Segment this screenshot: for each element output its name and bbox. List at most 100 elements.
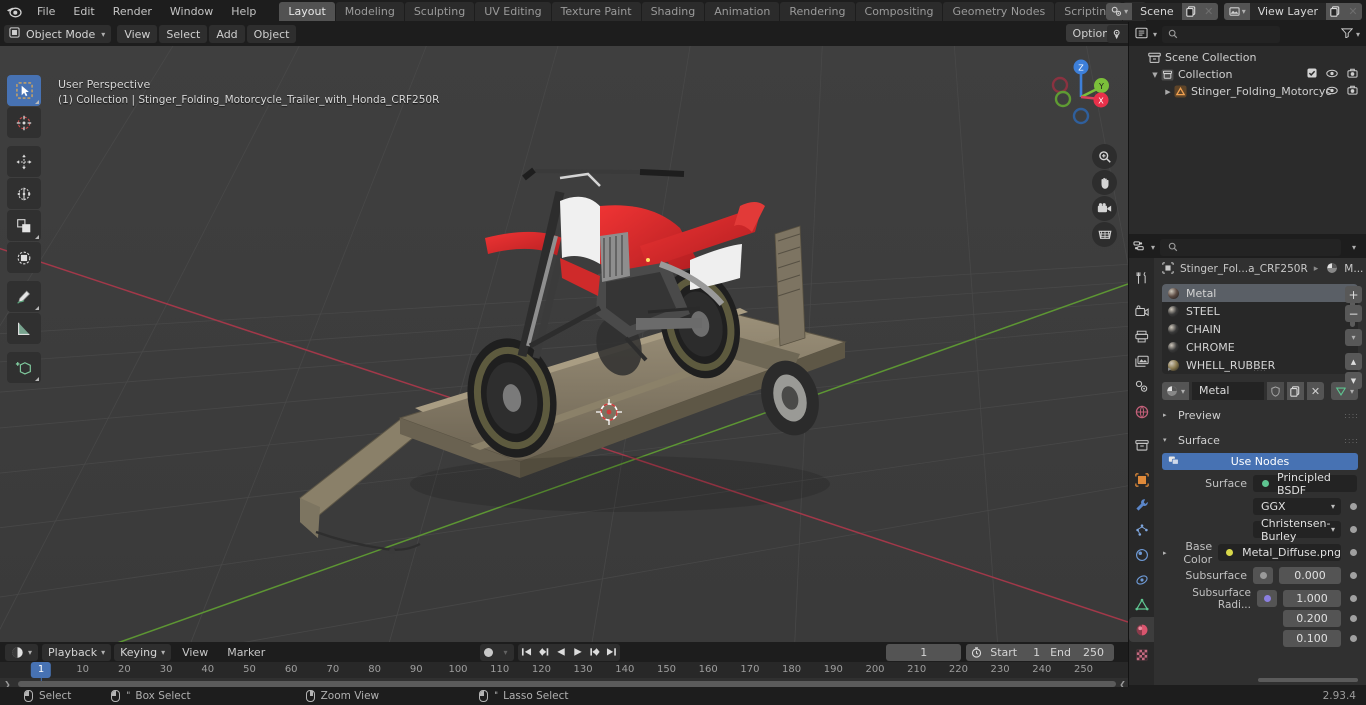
camera-icon[interactable]: [1347, 85, 1358, 98]
material-slot-list[interactable]: Metal STEEL CHAIN CHROME WHELL_RUBBER ▸ ::::: [1162, 284, 1358, 374]
breadcrumb-object-name[interactable]: Stinger_Fol...a_CRF250R: [1180, 263, 1308, 275]
current-frame-input[interactable]: 1: [886, 643, 962, 661]
workspace-tab-uv-editing[interactable]: UV Editing: [475, 1, 551, 21]
navigation-gizmo[interactable]: Z Y X: [1043, 53, 1117, 127]
shield-icon[interactable]: [1266, 382, 1284, 400]
subsurface-radius-y[interactable]: 0.200: [1283, 610, 1341, 627]
outliner-search-input[interactable]: [1162, 25, 1281, 43]
material-slot-0[interactable]: Metal: [1162, 284, 1358, 302]
panel-grip[interactable]: ::::: [1344, 411, 1359, 420]
measure-tool[interactable]: [7, 313, 41, 344]
unlink-material-icon[interactable]: ✕: [1306, 382, 1324, 400]
subsurface-socket[interactable]: [1253, 567, 1273, 584]
texture-tab[interactable]: [1129, 642, 1154, 667]
workspace-tab-shading[interactable]: Shading: [641, 1, 705, 21]
play-reverse-icon[interactable]: [552, 644, 569, 661]
subsurface-radius-y-row[interactable]: 0.200: [1163, 609, 1357, 628]
jump-to-start-icon[interactable]: [518, 644, 535, 661]
subsurface-row[interactable]: Subsurface 0.000: [1163, 566, 1357, 585]
scale-tool[interactable]: [7, 210, 41, 241]
editor-divider[interactable]: [1128, 22, 1129, 687]
start-frame-value[interactable]: 1: [1033, 646, 1040, 659]
camera-icon[interactable]: [1347, 68, 1358, 81]
properties-panel-body[interactable]: Stinger_Fol...a_CRF250R ▸ M... Metal STEE…: [1154, 258, 1366, 685]
list-resize-grip[interactable]: ::::: [1253, 365, 1266, 373]
workspace-tabs[interactable]: Layout Modeling Sculpting UV Editing Texture…: [279, 1, 1147, 21]
add-material-slot-button[interactable]: +: [1345, 286, 1362, 303]
scene-name[interactable]: Scene: [1132, 3, 1182, 20]
outliner-item-label[interactable]: Stinger_Folding_Motorcyc: [1191, 85, 1331, 98]
end-frame-value[interactable]: 250: [1083, 646, 1104, 659]
material-datablock-row[interactable]: ▾ Metal ✕ ▾: [1162, 382, 1358, 400]
outliner-row-1[interactable]: ▼ Collection: [1129, 66, 1366, 83]
menu-file[interactable]: File: [28, 2, 64, 20]
panel-grip[interactable]: ::::: [1344, 436, 1359, 445]
surface-shader-row[interactable]: Surface Principled BSDF: [1163, 471, 1357, 497]
cursor-tool[interactable]: [7, 107, 41, 138]
distribution-row[interactable]: GGX ▾: [1163, 497, 1357, 516]
playback-transport[interactable]: [518, 643, 620, 661]
mode-selector[interactable]: Object Mode ▾: [4, 25, 112, 43]
jump-to-end-icon[interactable]: [603, 644, 620, 661]
subsurface-radius-row[interactable]: Subsurface Radi... 1.000: [1163, 587, 1357, 611]
remove-material-slot-button[interactable]: −: [1345, 305, 1362, 322]
view-layer-selector[interactable]: ▾ View Layer ✕: [1223, 3, 1362, 20]
3d-viewport[interactable]: User Perspective (1) Collection | Stinge…: [0, 46, 1128, 642]
workspace-tab-animation[interactable]: Animation: [705, 1, 780, 21]
surface-panel-header[interactable]: ▾ Surface ::::: [1154, 430, 1366, 450]
workspace-tab-modeling[interactable]: Modeling: [335, 1, 404, 21]
frame-range-controls[interactable]: Start 1 End 250: [966, 643, 1114, 661]
disclosure-triangle-icon[interactable]: ▼: [1150, 71, 1160, 79]
rotate-tool[interactable]: [7, 178, 41, 209]
viewport-menu-add[interactable]: Add: [209, 25, 245, 43]
world-tab[interactable]: [1129, 399, 1154, 424]
outliner-row-2[interactable]: ▶ Stinger_Folding_Motorcyc: [1129, 83, 1366, 100]
constraints-tab[interactable]: [1129, 567, 1154, 592]
base-color-texture[interactable]: Metal_Diffuse.png: [1218, 544, 1341, 561]
unlink-scene-icon[interactable]: ✕: [1199, 3, 1218, 20]
material-slot-2[interactable]: CHAIN: [1162, 320, 1358, 338]
shader-selector[interactable]: Principled BSDF: [1253, 471, 1357, 497]
outliner-row-0[interactable]: Scene Collection: [1129, 49, 1366, 66]
workspace-tab-sculpting[interactable]: Sculpting: [404, 1, 475, 21]
timeline-menu-keying[interactable]: Keying ▾: [114, 643, 172, 661]
outliner-item-label[interactable]: Scene Collection: [1165, 51, 1256, 64]
material-slot-3[interactable]: CHROME: [1162, 338, 1358, 356]
play-icon[interactable]: [569, 644, 586, 661]
outliner-item-label[interactable]: Collection: [1178, 68, 1232, 81]
viewport-menu-object[interactable]: Object: [246, 25, 297, 43]
filter-icon[interactable]: [1340, 27, 1354, 41]
annotate-tool[interactable]: [7, 281, 41, 312]
scene-selector[interactable]: ▾ Scene ✕: [1106, 3, 1218, 20]
pan-hand-icon[interactable]: [1092, 170, 1117, 195]
eye-icon[interactable]: [1326, 85, 1338, 98]
breadcrumb-material-name[interactable]: M...: [1344, 263, 1363, 275]
chevron-down-icon[interactable]: ▾: [497, 644, 514, 661]
move-tool[interactable]: [7, 146, 41, 177]
view-layer-name[interactable]: View Layer: [1249, 3, 1326, 20]
auto-keying-group[interactable]: ▾: [480, 643, 514, 661]
workspace-tab-compositing[interactable]: Compositing: [855, 1, 943, 21]
playhead[interactable]: 1: [30, 662, 52, 687]
tweak-select-tool[interactable]: [7, 75, 41, 106]
timeline-menu-marker[interactable]: Marker: [219, 646, 273, 659]
zoom-icon[interactable]: [1092, 144, 1117, 169]
tool-tab[interactable]: [1129, 265, 1154, 290]
outliner-editor[interactable]: ▾ ▾ Scene Collection ▼ Collection ▶ Stinger_…: [1129, 22, 1366, 234]
subsurface-radius-x[interactable]: 1.000: [1283, 590, 1341, 607]
blender-logo-icon[interactable]: [0, 4, 28, 18]
move-slot-up-button[interactable]: ▲: [1345, 353, 1362, 370]
menu-edit[interactable]: Edit: [64, 2, 103, 20]
subsurface-method-row[interactable]: Christensen-Burley ▾: [1163, 517, 1357, 543]
subsurface-radius-socket[interactable]: [1257, 590, 1277, 607]
use-nodes-button[interactable]: Use Nodes: [1162, 453, 1358, 470]
jump-to-prev-keyframe-icon[interactable]: [535, 644, 552, 661]
new-view-layer-icon[interactable]: [1326, 3, 1344, 20]
workspace-tab-texture-paint[interactable]: Texture Paint: [551, 1, 641, 21]
outliner-row-toggles[interactable]: [1307, 68, 1358, 81]
timeline-ruler[interactable]: 10 20 30 40 50 60 70 80 90 100 110 120 130 140 150 160 1…: [0, 662, 1128, 687]
material-tab[interactable]: [1129, 617, 1154, 642]
subsurface-method-selector[interactable]: Christensen-Burley ▾: [1253, 517, 1341, 543]
menu-render[interactable]: Render: [104, 2, 161, 20]
collection-tab[interactable]: [1129, 433, 1154, 458]
